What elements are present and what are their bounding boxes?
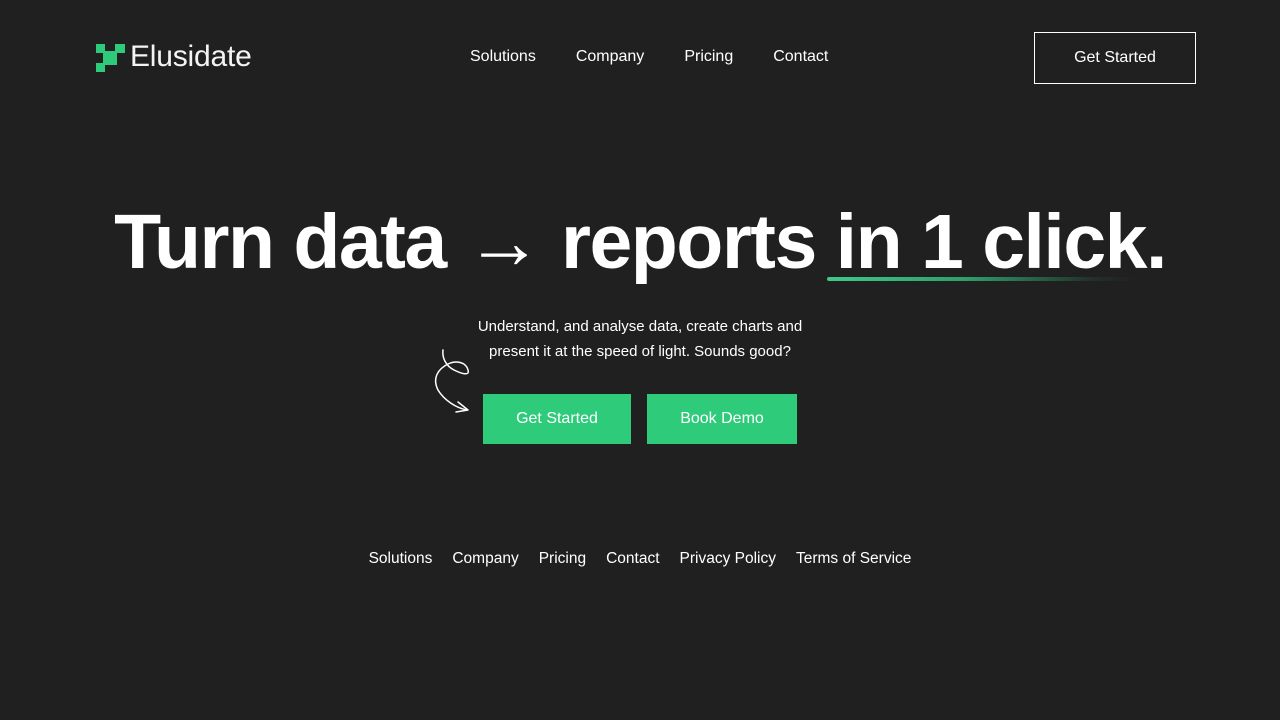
hero-subtitle-line-2: present it at the speed of light. Sounds… [489, 343, 791, 360]
highlight-underline [827, 277, 1137, 281]
brand-name: Elusidate [130, 40, 252, 73]
hero-subtitle-line-1: Understand, and analyse data, create cha… [477, 318, 803, 335]
hero-title-main: Turn data → reports [114, 199, 836, 285]
hero-get-started-button[interactable]: Get Started [483, 394, 631, 444]
book-demo-button[interactable]: Book Demo [647, 394, 797, 444]
main-nav: Solutions Company Pricing Contact [470, 46, 828, 68]
logo-link[interactable]: Elusidate [96, 42, 252, 72]
nav-pricing[interactable]: Pricing [684, 46, 733, 68]
footer-link-solutions[interactable]: Solutions [369, 548, 433, 570]
hero-title-highlight: in 1 click. [835, 199, 1168, 285]
curly-arrow-icon [434, 349, 470, 413]
footer-link-terms-of-service[interactable]: Terms of Service [796, 548, 911, 570]
nav-company[interactable]: Company [576, 46, 644, 68]
hero-title: Turn data → reports in 1 click. [0, 196, 1280, 288]
footer-nav: Solutions Company Pricing Contact Privac… [0, 548, 1280, 570]
footer-link-pricing[interactable]: Pricing [539, 548, 586, 570]
footer-link-company[interactable]: Company [452, 548, 518, 570]
pixel-mark-icon [96, 42, 126, 72]
nav-solutions[interactable]: Solutions [470, 46, 536, 68]
footer-link-privacy-policy[interactable]: Privacy Policy [680, 548, 776, 570]
footer-link-contact[interactable]: Contact [606, 548, 659, 570]
landing-page: Elusidate Solutions Company Pricing Cont… [0, 0, 1280, 720]
header-get-started-button[interactable]: Get Started [1034, 32, 1196, 84]
nav-contact[interactable]: Contact [773, 46, 828, 68]
hero-subtitle: Understand, and analyse data, create cha… [0, 314, 1280, 364]
